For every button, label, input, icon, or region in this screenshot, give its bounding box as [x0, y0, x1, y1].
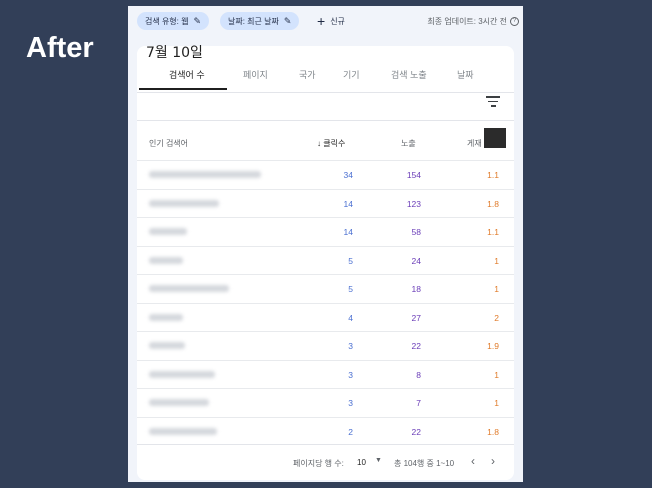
header-impressions[interactable]: 노출: [401, 138, 416, 149]
edit-pencil-icon: ✎: [193, 15, 202, 26]
filter-rows-icon[interactable]: [485, 96, 501, 110]
position-cell: 1.8: [487, 198, 499, 209]
position-cell: 1.1: [487, 227, 499, 237]
clicks-cell: 4: [348, 312, 353, 323]
tabs-divider: [137, 92, 514, 93]
last-updated: 최종 업데이트: 3시간 전 ?: [427, 16, 519, 27]
last-updated-text: 최종 업데이트: 3시간 전: [427, 17, 507, 26]
rows-per-page-select[interactable]: 10: [357, 458, 366, 467]
redacted-query: [149, 199, 219, 207]
clicks-cell: 3: [348, 341, 353, 351]
new-filter-button[interactable]: + 신규: [317, 12, 345, 30]
impressions-cell: 27: [411, 312, 421, 323]
impressions-cell: 22: [411, 426, 421, 437]
header-position[interactable]: 게재: [467, 138, 482, 149]
table-row[interactable]: 5 24 1: [137, 245, 514, 275]
clicks-cell: 2: [348, 426, 353, 437]
dropdown-caret-icon[interactable]: ▼: [375, 457, 382, 464]
redacted-query: [149, 427, 217, 435]
redacted-query: [149, 285, 229, 292]
table-row[interactable]: 2 22 1.8: [137, 416, 514, 446]
date-chip-label: 날짜: 최근 날짜: [228, 16, 279, 26]
tab-queries[interactable]: 검색어 수: [169, 68, 205, 81]
search-type-chip[interactable]: 검색 유형: 웹 ✎: [137, 12, 210, 30]
tab-dates[interactable]: 날짜: [457, 68, 474, 81]
table-row[interactable]: 34 154 1.1: [137, 160, 514, 189]
impressions-cell: 22: [411, 341, 421, 351]
search-type-chip-label: 검색 유형: 웹: [145, 16, 189, 26]
redacted-query: [149, 342, 185, 349]
clicks-cell: 5: [348, 284, 353, 294]
impressions-cell: 123: [406, 198, 421, 209]
pagination-range: 총 104행 중 1~10: [394, 459, 455, 468]
toolbar-divider: [137, 120, 514, 121]
table-row[interactable]: 4 27 2: [137, 302, 514, 332]
search-console-panel: 검색 유형: 웹 ✎ 날짜: 최근 날짜 ✎ + 신규 최종 업데이트: 3시간…: [128, 6, 523, 482]
table-row[interactable]: 14 123 1.8: [137, 188, 514, 218]
table-row[interactable]: 3 7 1: [137, 388, 514, 417]
impressions-cell: 8: [416, 369, 421, 380]
prev-page-icon[interactable]: ‹: [471, 454, 475, 468]
position-cell: 1.8: [487, 426, 499, 437]
redacted-query: [149, 256, 183, 264]
table-row[interactable]: 5 18 1: [137, 274, 514, 303]
filter-bar: 검색 유형: 웹 ✎ 날짜: 최근 날짜 ✎ + 신규 최종 업데이트: 3시간…: [128, 6, 523, 34]
date-title: 7월 10일: [146, 45, 203, 61]
table-header: 인기 검색어 ↓ 클릭수 노출 게재: [137, 124, 514, 160]
clicks-cell: 14: [343, 198, 353, 209]
clicks-cell: 5: [348, 255, 353, 266]
position-cell: 1: [494, 369, 499, 380]
header-clicks-label: 클릭수: [323, 139, 346, 148]
tab-devices[interactable]: 기기: [343, 68, 360, 81]
impressions-cell: 58: [411, 227, 421, 237]
header-clicks[interactable]: ↓ 클릭수: [317, 138, 345, 149]
impressions-cell: 18: [411, 284, 421, 294]
position-cell: 2: [494, 312, 499, 323]
impressions-cell: 7: [416, 398, 421, 408]
clicks-cell: 34: [343, 170, 353, 180]
redacted-query: [149, 313, 183, 321]
date-chip[interactable]: 날짜: 최근 날짜 ✎: [220, 12, 300, 30]
plus-icon: +: [317, 13, 326, 29]
tab-countries[interactable]: 국가: [299, 68, 316, 81]
tab-pages[interactable]: 페이지: [243, 68, 268, 81]
next-page-icon[interactable]: ›: [491, 454, 495, 468]
edit-pencil-icon: ✎: [283, 15, 292, 26]
redacted-query: [149, 370, 215, 378]
position-cell: 1: [494, 398, 499, 408]
position-cell: 1: [494, 255, 499, 266]
table-row[interactable]: 3 8 1: [137, 359, 514, 389]
position-cell: 1.9: [487, 341, 499, 351]
position-cell: 1.1: [487, 170, 499, 180]
rows-per-page-label: 페이지당 행 수:: [293, 459, 344, 468]
position-cell: 1: [494, 284, 499, 294]
clicks-cell: 3: [348, 398, 353, 408]
slide-label: After: [26, 32, 94, 64]
help-icon[interactable]: ?: [510, 17, 519, 26]
tab-search-appearance[interactable]: 검색 노출: [391, 68, 427, 81]
clicks-cell: 14: [343, 227, 353, 237]
redacted-query: [149, 399, 209, 406]
table-pagination: 페이지당 행 수: 10 ▼ 총 104행 중 1~10 ‹ ›: [137, 444, 514, 480]
dimension-tabs: 검색어 수 페이지 국가 기기 검색 노출 날짜: [137, 62, 514, 92]
clicks-cell: 3: [348, 369, 353, 380]
redaction-box: [484, 128, 506, 148]
impressions-cell: 24: [411, 255, 421, 266]
table-row[interactable]: 14 58 1.1: [137, 217, 514, 246]
active-tab-indicator: [139, 88, 227, 90]
impressions-cell: 154: [406, 170, 421, 180]
table-row[interactable]: 3 22 1.9: [137, 331, 514, 360]
redacted-query: [149, 228, 187, 235]
header-query[interactable]: 인기 검색어: [149, 138, 188, 149]
redacted-query: [149, 171, 261, 178]
new-filter-label: 신규: [330, 16, 345, 26]
